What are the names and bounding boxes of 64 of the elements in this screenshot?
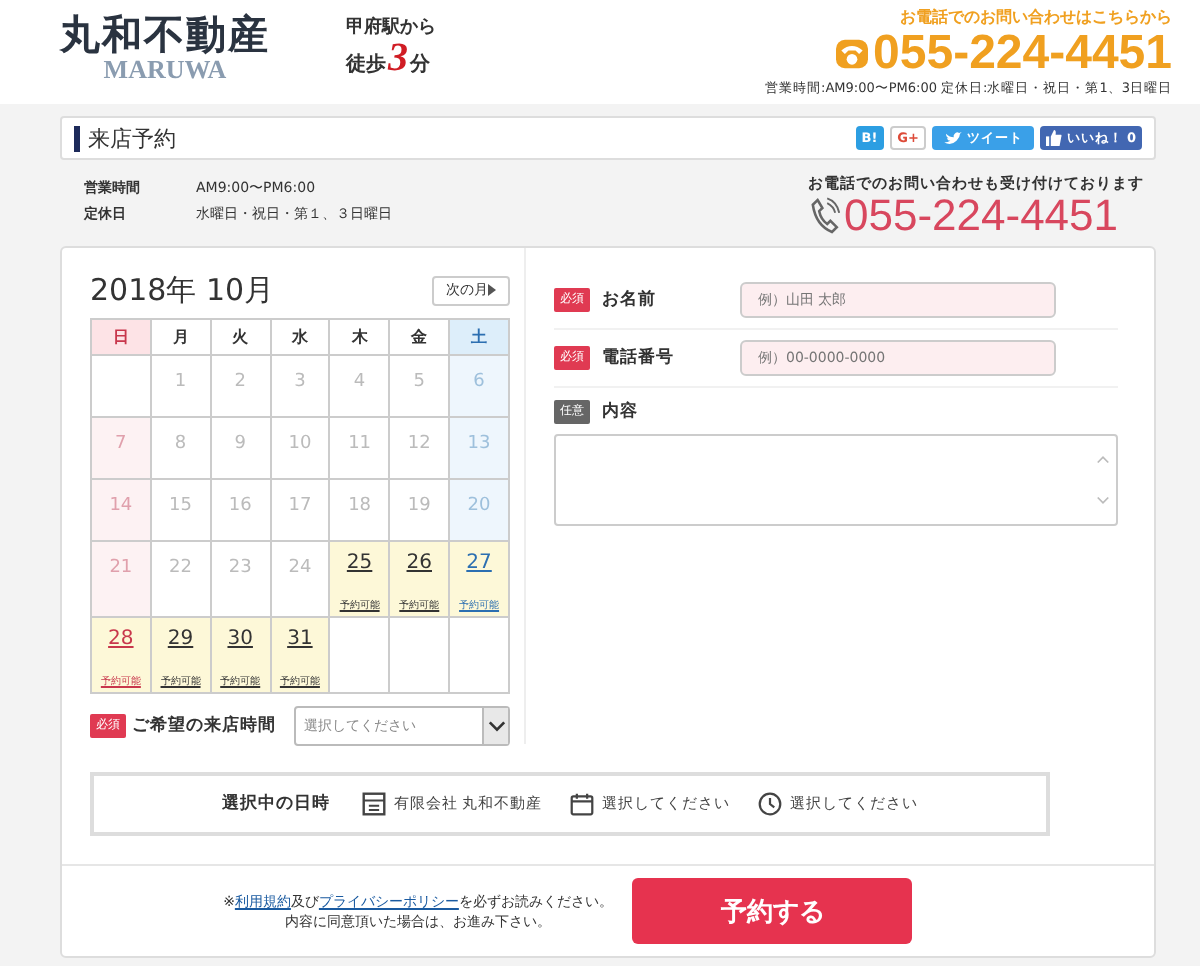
summary-title: 選択中の日時 — [221, 792, 330, 816]
day-number: 27 — [464, 550, 494, 578]
contact-caption: お電話でのお問い合わせはこちらから — [900, 8, 1172, 28]
field-label: 内容 — [602, 400, 638, 424]
caret-icon — [488, 284, 496, 296]
access-text: 甲府駅から — [346, 16, 436, 40]
day-number: 1 — [172, 370, 189, 392]
day-number: 13 — [465, 432, 493, 454]
day-number: 31 — [285, 626, 315, 654]
day-number: 21 — [107, 556, 135, 578]
day-number: 5 — [411, 370, 427, 392]
phone-number: 055-224-4451 — [873, 28, 1172, 80]
day-number: 14 — [107, 494, 135, 516]
bird-icon — [944, 131, 963, 145]
phone-icon — [833, 38, 870, 70]
walk-time: 徒歩3分 — [346, 40, 432, 84]
day-number: 7 — [113, 432, 129, 454]
day-number: 15 — [167, 494, 194, 516]
day-number: 12 — [405, 432, 433, 454]
month-title: 2018年 10月 — [90, 271, 275, 309]
day-number: 3 — [292, 370, 308, 392]
chevron-down-icon — [487, 720, 505, 732]
day-number: 22 — [167, 556, 194, 578]
day-number: 30 — [225, 626, 255, 654]
day-number: 8 — [172, 432, 189, 454]
day-number: 17 — [286, 494, 314, 516]
day-number: 10 — [286, 432, 314, 454]
field-label: ご希望の来店時間 — [132, 714, 276, 738]
weekday-header: 日 — [91, 319, 151, 355]
clock-icon — [758, 792, 783, 816]
day-number: 9 — [232, 432, 248, 454]
day-number: 28 — [106, 626, 136, 654]
phone-number: 055-224-4451 — [844, 192, 1119, 240]
field-label: お名前 — [602, 288, 656, 312]
building-icon — [361, 792, 386, 816]
thumbs-up-icon — [1046, 130, 1063, 146]
day-number: 19 — [405, 494, 433, 516]
weekday-header: 月 — [150, 319, 211, 355]
day-number: 16 — [226, 494, 254, 516]
day-number: 11 — [346, 432, 374, 454]
weekday-header: 木 — [329, 319, 390, 355]
phone-handset-icon — [808, 196, 840, 236]
day-number: 24 — [286, 556, 314, 578]
field-label: 電話番号 — [602, 346, 674, 370]
day-number: 26 — [404, 550, 434, 578]
logo-text: 丸和不動産 — [60, 12, 270, 56]
day-number: 29 — [165, 626, 196, 654]
weekday-header: 金 — [389, 319, 450, 355]
logo-subtitle: MARUWA — [103, 56, 227, 82]
weekday-header: 火 — [210, 319, 271, 355]
weekday-header: 水 — [270, 319, 330, 355]
page-title: 来店予約 — [74, 125, 176, 151]
day-number: 20 — [465, 494, 493, 516]
day-number: 23 — [226, 556, 254, 578]
day-number: 25 — [344, 550, 375, 578]
day-number: 4 — [351, 370, 368, 392]
day-number: 2 — [232, 370, 248, 392]
reserve-button[interactable]: 予約する — [632, 878, 913, 944]
day-number: 18 — [346, 494, 374, 516]
scroll-arrows-icon — [1096, 452, 1110, 508]
day-number: 6 — [471, 370, 487, 392]
weekday-header: 土 — [449, 319, 509, 355]
calendar-icon — [570, 792, 595, 816]
textarea-field[interactable] — [554, 434, 1118, 526]
